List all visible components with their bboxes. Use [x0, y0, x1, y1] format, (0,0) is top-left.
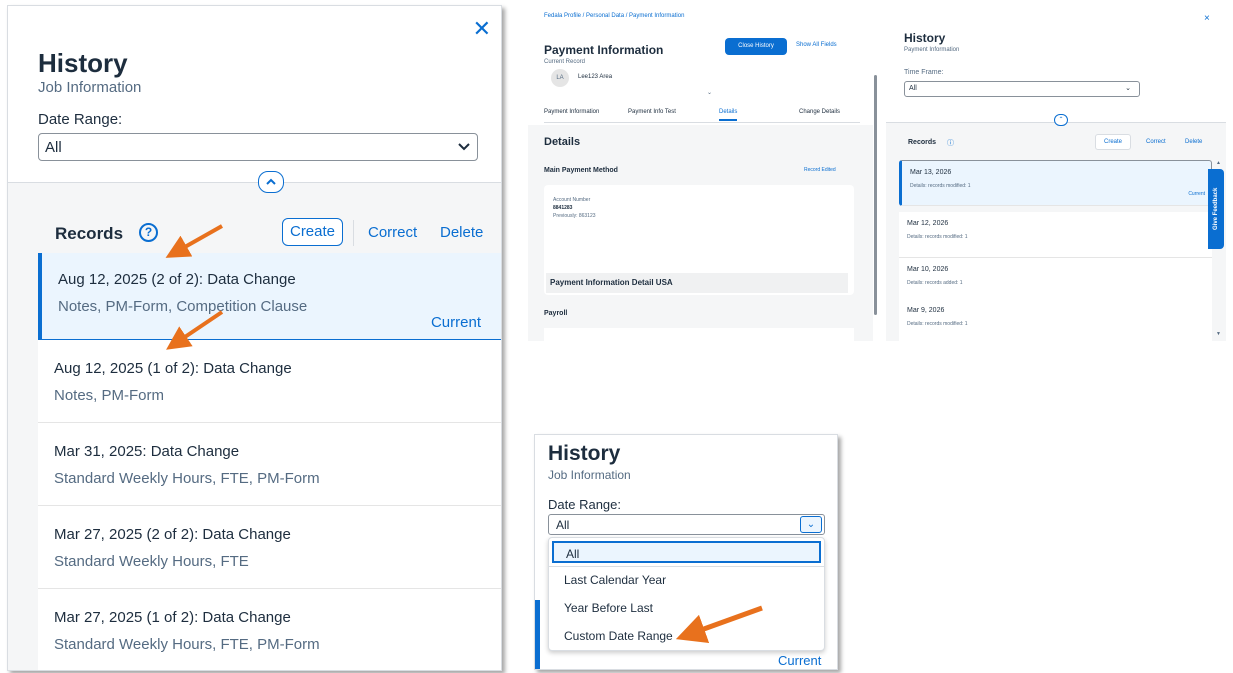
- arrow-annotation: [675, 605, 763, 644]
- arrow-annotation: [165, 224, 223, 258]
- arrow-annotation: [166, 310, 224, 350]
- annotation-arrows: [165, 224, 763, 644]
